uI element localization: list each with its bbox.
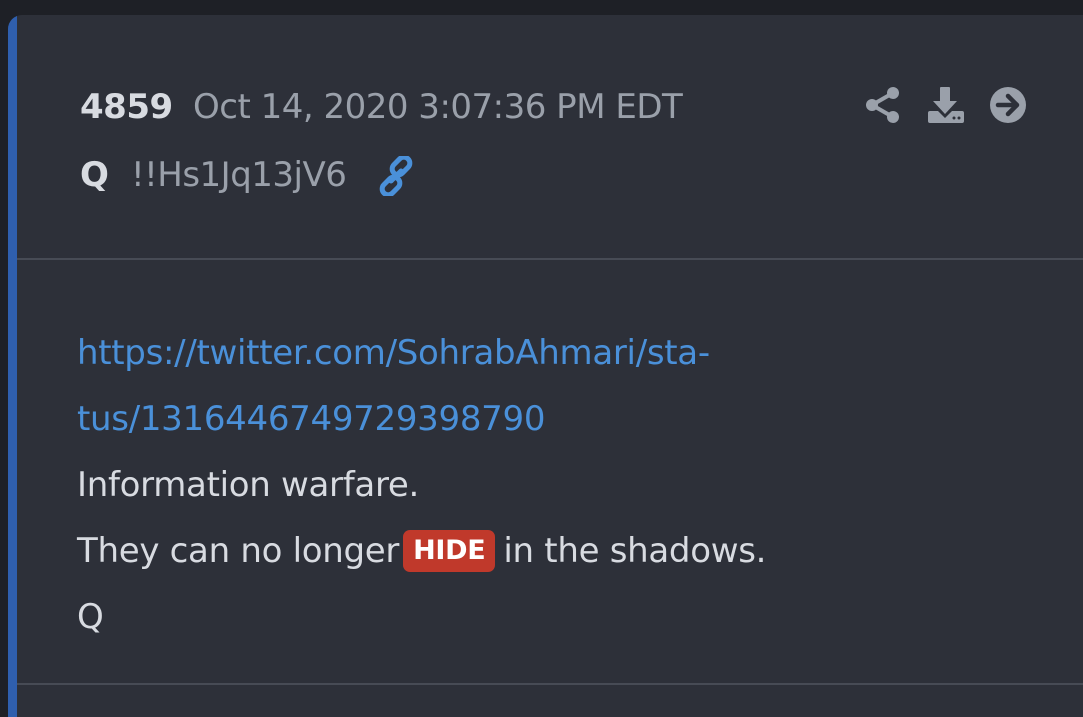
post-body: https://twitter.com/SohrabAhmari/sta- tu… xyxy=(77,320,1037,650)
share-icon[interactable] xyxy=(863,85,903,125)
tripcode: !!Hs1Jq13jV6 xyxy=(131,155,347,195)
body-line-2-end: in the shadows. xyxy=(503,531,767,571)
hide-badge: HIDE xyxy=(403,530,496,572)
author-name: Q xyxy=(80,155,109,195)
post-number[interactable]: 4859 xyxy=(80,87,173,127)
link-icon[interactable] xyxy=(376,156,416,196)
tweet-link-line-1[interactable]: https://twitter.com/SohrabAhmari/sta- xyxy=(77,333,710,373)
accent-bar xyxy=(8,15,17,717)
header-divider xyxy=(17,258,1083,260)
body-line-2-start: They can no longer xyxy=(77,531,400,571)
post-header: 4859 Oct 14, 2020 3:07:36 PM EDT Q !!Hs1… xyxy=(17,15,1083,258)
body-line-2: They can no longer HIDE in the shadows. xyxy=(77,518,1037,584)
body-line-1: Information warfare. xyxy=(77,465,420,505)
post-timestamp: Oct 14, 2020 3:07:36 PM EDT xyxy=(193,87,683,127)
download-icon[interactable] xyxy=(925,85,965,125)
tweet-link-line-2[interactable]: tus/1316446749729398790 xyxy=(77,399,545,439)
footer-divider xyxy=(17,683,1083,685)
post-card: 4859 Oct 14, 2020 3:07:36 PM EDT Q !!Hs1… xyxy=(8,15,1083,717)
signature: Q xyxy=(77,597,104,637)
arrow-right-circle-icon[interactable] xyxy=(988,85,1028,125)
